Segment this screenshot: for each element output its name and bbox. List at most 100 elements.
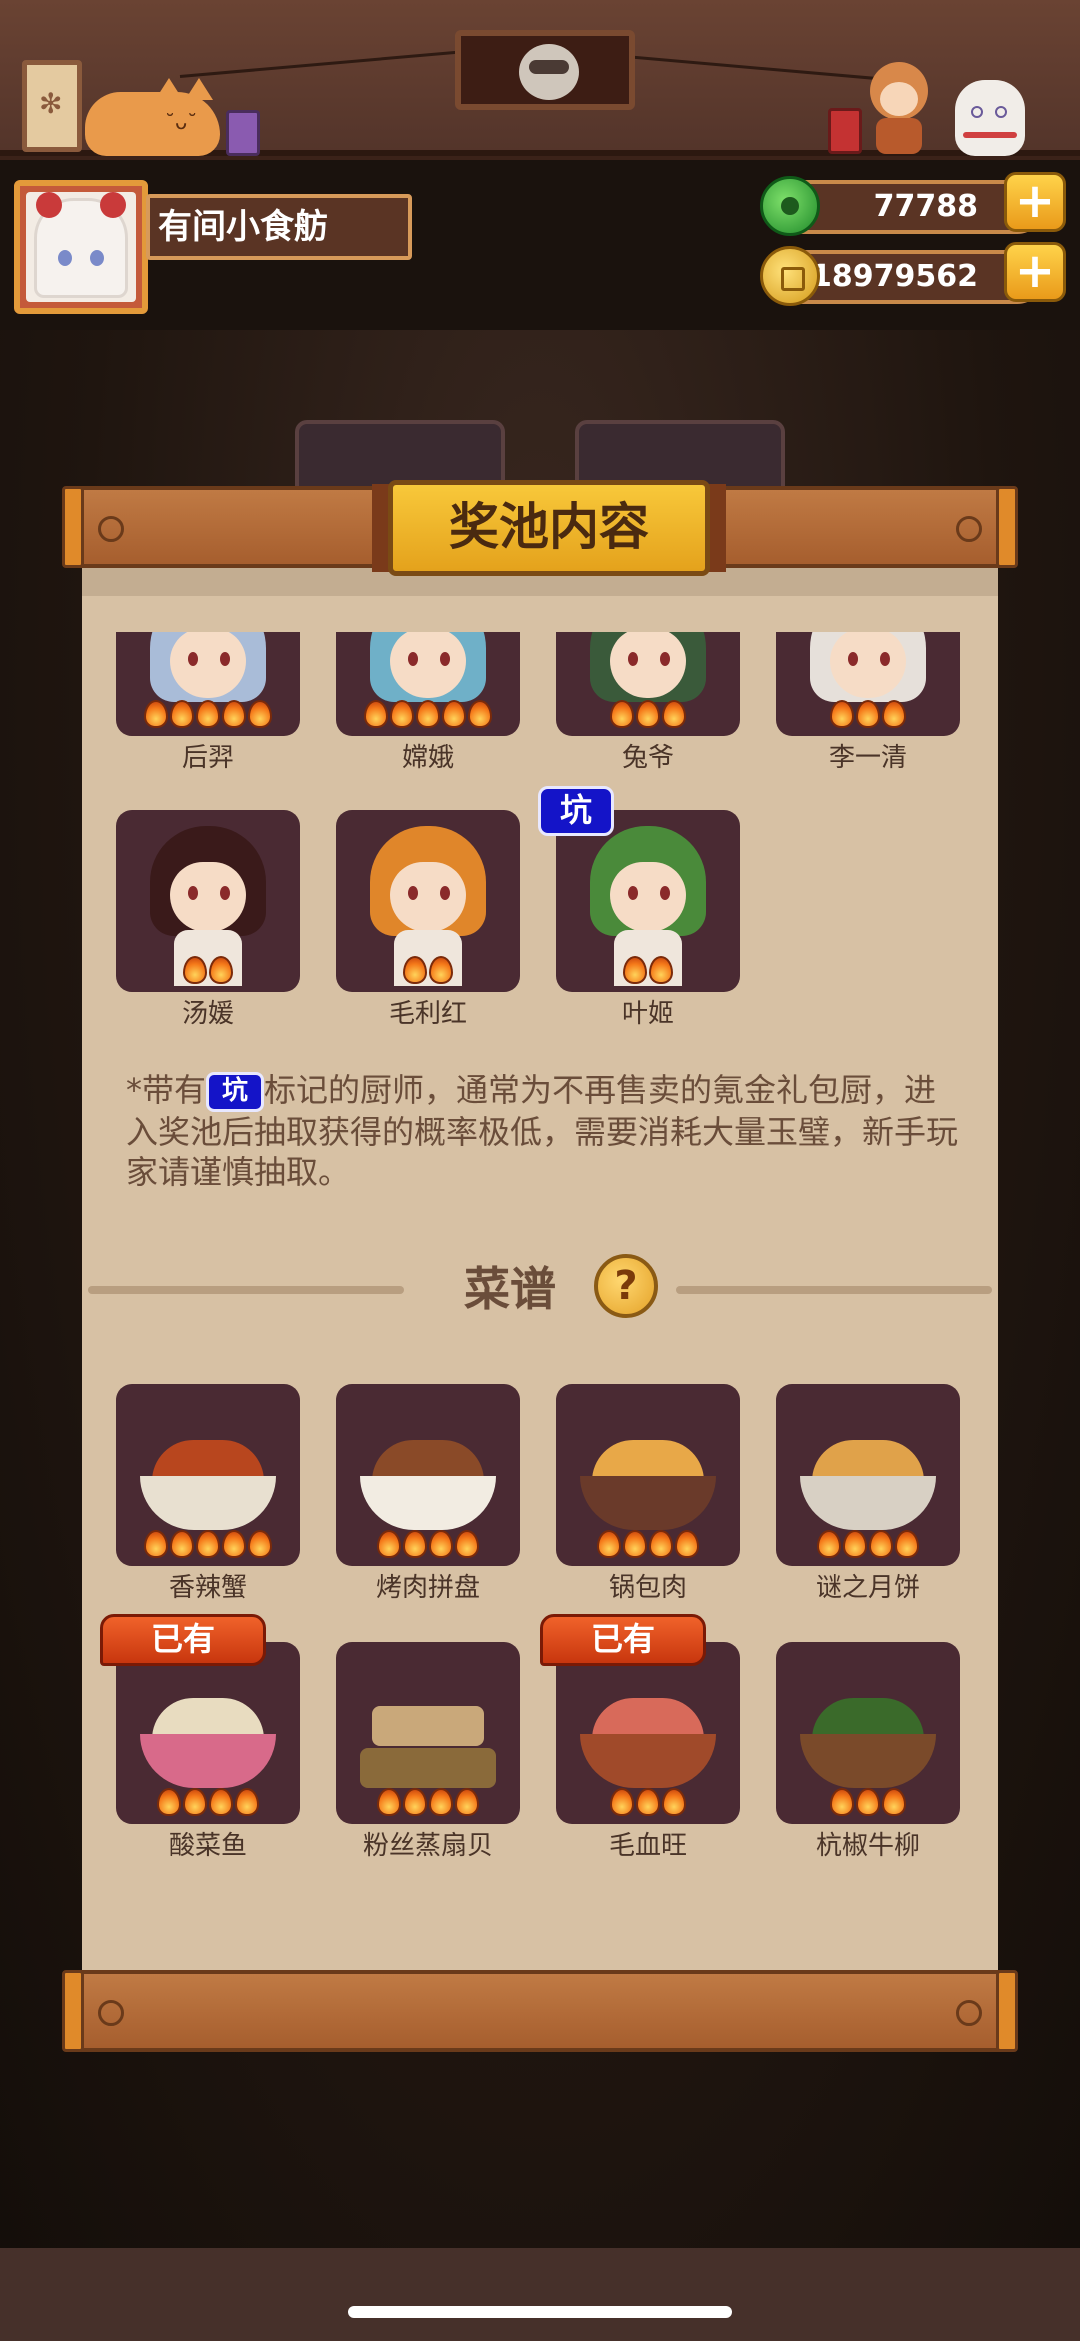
dish-image [140,1434,276,1530]
chef-card[interactable]: 李一清 [776,632,960,774]
flame-star-icon [856,700,880,728]
white-cat-icon [955,80,1025,156]
flame-star-icon [869,1530,893,1558]
divider [676,1286,992,1294]
flame-star-icon [610,1788,634,1816]
chef-card[interactable]: 嫦娥 [336,632,520,774]
flame-star-icon [144,1530,168,1558]
star-rating [776,1530,960,1562]
flame-star-icon [636,1788,660,1816]
recipe-name: 锅包肉 [608,1573,687,1603]
flame-star-icon [856,1788,880,1816]
chef-card[interactable]: 汤媛 [116,810,300,1030]
dish-image [360,1692,496,1788]
star-rating [776,700,960,732]
add-coin-button[interactable]: + [1004,242,1066,302]
flame-star-icon [170,1530,194,1558]
rod-cap [996,1970,1018,2052]
chef-name: 兔爷 [621,743,674,773]
note-prefix: *带有 [126,1071,207,1109]
flame-star-icon [377,1530,401,1558]
flame-star-icon [895,1530,919,1558]
recipe-card[interactable]: 烤肉拼盘 [336,1384,520,1604]
flame-star-icon [442,700,466,728]
flame-star-icon [675,1530,699,1558]
help-icon[interactable]: ? [594,1254,658,1318]
jade-icon [760,176,820,236]
star-rating [116,956,300,988]
recipe-name: 烤肉拼盘 [375,1573,480,1603]
purple-cup-icon [226,110,260,156]
flame-star-icon [882,1788,906,1816]
chef-name: 嫦娥 [401,743,454,773]
recipe-card[interactable]: 香辣蟹 [116,1384,300,1604]
chef-name: 毛利红 [388,999,467,1029]
star-rating [556,1788,740,1820]
owned-badge: 已有 [100,1614,266,1666]
flame-star-icon [183,956,207,984]
coin-icon [760,246,820,306]
star-rating [116,1530,300,1562]
panel-title: 奖池内容 [388,480,710,576]
star-rating [336,956,520,988]
recipe-card[interactable]: 酸菜鱼 [116,1642,300,1862]
recipe-card[interactable]: 锅包肉 [556,1384,740,1604]
flame-star-icon [222,1530,246,1558]
chef-card[interactable]: 兔爷 [556,632,740,774]
chef-card[interactable]: 后羿 [116,632,300,774]
star-rating [556,700,740,732]
dish-image [800,1434,936,1530]
add-jade-button[interactable]: + [1004,172,1066,232]
dish-image [140,1692,276,1788]
flame-star-icon [390,700,414,728]
recipe-card[interactable]: 粉丝蒸扇贝 [336,1642,520,1862]
flame-star-icon [636,700,660,728]
recipe-name: 谜之月饼 [815,1573,920,1603]
flame-star-icon [662,1788,686,1816]
flame-star-icon [662,700,686,728]
star-rating [336,700,520,732]
star-rating [556,956,740,988]
flame-star-icon [196,700,220,728]
shop-name[interactable]: 有间小食舫 [146,194,412,260]
recipe-name: 毛血旺 [608,1831,687,1861]
recipe-card[interactable]: 杭椒牛柳 [776,1642,960,1862]
chef-name: 李一清 [828,743,907,773]
rod-cap [62,486,84,568]
flame-star-icon [183,1788,207,1816]
flame-star-icon [222,700,246,728]
dish-image [580,1434,716,1530]
flame-star-icon [455,1788,479,1816]
flame-star-icon [623,1530,647,1558]
divider [88,1286,404,1294]
avatar[interactable] [14,180,148,314]
chef-card[interactable]: 叶姬 [556,810,740,1030]
paw-sign-icon[interactable]: ✻ [22,60,82,152]
recipe-card[interactable]: 毛血旺 [556,1642,740,1862]
recipe-card[interactable]: 谜之月饼 [776,1384,960,1604]
flame-star-icon [649,956,673,984]
flame-star-icon [843,1530,867,1558]
recipe-name: 酸菜鱼 [168,1831,247,1861]
dish-image [580,1692,716,1788]
flame-star-icon [468,700,492,728]
home-indicator[interactable] [348,2306,732,2318]
recipes-title: 菜谱 [464,1262,556,1316]
recipe-name: 杭椒牛柳 [815,1831,920,1861]
recipe-name: 香辣蟹 [168,1573,247,1603]
raccoon-banner-icon[interactable] [455,30,635,110]
flame-star-icon [882,700,906,728]
flame-star-icon [830,1788,854,1816]
chef-card[interactable]: 毛利红 [336,810,520,1030]
flame-star-icon [364,700,388,728]
flame-star-icon [157,1788,181,1816]
flame-star-icon [623,956,647,984]
orange-cat-icon: ˘ᴗ˘ [85,78,220,156]
flame-star-icon [597,1530,621,1558]
flame-star-icon [416,700,440,728]
scroll-bottom-rod [62,1970,1018,2052]
rod-cap [996,486,1018,568]
star-rating [116,1788,300,1820]
flame-star-icon [649,1530,673,1558]
red-cup-icon [828,108,862,154]
